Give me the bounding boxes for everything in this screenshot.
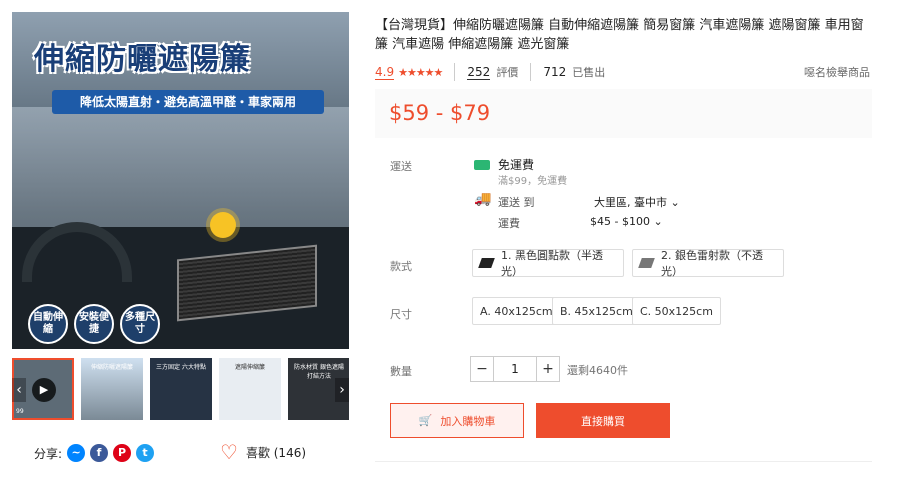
like-count: 喜歡 (146) — [245, 445, 307, 460]
feature-badge: 自動伸縮 — [28, 304, 68, 344]
reviews-label: 評價 — [496, 66, 519, 79]
add-to-cart-button[interactable]: 🛒 加入購物車 — [390, 403, 524, 438]
quantity-label: 數量 — [390, 365, 412, 378]
feature-badge: 多種尺寸 — [120, 304, 160, 344]
free-shipping-text: 免運費 — [498, 158, 535, 172]
free-shipping-icon — [474, 159, 490, 170]
size-option-c[interactable]: C. 50x125cm — [632, 297, 721, 325]
variant-option-label: 1. 黑色圓點款（半透光） — [500, 249, 603, 278]
divider — [454, 63, 456, 81]
thumbnail-image[interactable]: 遮陽伸縮簾 — [219, 358, 281, 420]
thumbnail-next-arrow-icon[interactable]: › — [335, 378, 349, 402]
report-link[interactable]: 噁名檢舉商品 — [804, 64, 870, 80]
messenger-icon[interactable]: ~ — [67, 444, 86, 462]
buy-now-button[interactable]: 直接購買 — [536, 403, 670, 438]
price-box: $59 - $79 — [375, 89, 872, 138]
add-to-cart-label: 加入購物車 — [440, 414, 496, 428]
size-option-label: A. 40x125cm — [480, 304, 553, 318]
thumbnail-caption: 伸縮防曬遮陽簾 — [90, 364, 133, 371]
shipping-fee-dropdown[interactable]: $45 - $100 ⌄ — [590, 215, 663, 228]
sold-label: 已售出 — [572, 66, 606, 79]
product-stats: 4.9 ★★★★★ 252 評價 712 已售出 噁名檢舉商品 — [375, 63, 870, 81]
section-divider — [375, 461, 872, 462]
product-page: 伸縮防曬遮陽簾 降低太陽直射・避免高溫甲醛・車家兩用 自動伸縮 安裝便捷 多種尺… — [0, 0, 900, 498]
size-option-b[interactable]: B. 45x125cm — [552, 297, 641, 325]
sold-count: 712 — [543, 65, 567, 79]
thumbnail-prev-arrow-icon[interactable]: ‹ — [12, 378, 26, 402]
product-title: 【台灣現貨】伸縮防曬遮陽簾 自動伸縮遮陽簾 簡易窗簾 汽車遮陽簾 遮陽窗簾 車用… — [375, 18, 864, 52]
variant-option-silver[interactable]: 2. 銀色雷射款（不透光） — [632, 249, 784, 278]
like-button[interactable]: ♡ 喜歡 (146) — [220, 442, 306, 462]
heart-icon[interactable]: ♡ — [220, 442, 238, 462]
variant-option-black[interactable]: 1. 黑色圓點款（半透光） — [472, 249, 624, 278]
shipping-fee-label: 運費 — [498, 217, 520, 230]
facebook-icon[interactable]: f — [90, 444, 109, 462]
feature-badges: 自動伸縮 安裝便捷 多種尺寸 — [28, 304, 160, 344]
variant-swatch — [478, 258, 495, 268]
truck-icon: 🚚 — [474, 191, 492, 207]
thumbnail-image[interactable]: 伸縮防曬遮陽簾 — [81, 358, 143, 420]
thumbnail-image[interactable]: 三方固定 六大特點 — [150, 358, 212, 420]
size-option-a[interactable]: A. 40x125cm — [472, 297, 561, 325]
free-shipping-condition: 滿$99，免運費 — [498, 176, 568, 187]
play-icon[interactable]: ▶ — [32, 378, 56, 402]
buy-now-label: 直接購買 — [581, 414, 625, 428]
stock-remaining: 還剩4640件 — [567, 364, 628, 377]
feature-badge: 安裝便捷 — [74, 304, 114, 344]
share-row: 分享: ~ f P t — [34, 444, 155, 462]
thumbnail-caption: 遮陽伸縮簾 — [234, 364, 265, 371]
size-label: 尺寸 — [390, 308, 412, 321]
rating-value[interactable]: 4.9 — [375, 65, 395, 80]
thumbnail-price: 99 — [16, 408, 24, 415]
rating-stars-icon: ★★★★★ — [398, 65, 443, 79]
variant-option-label: 2. 銀色雷射款（不透光） — [660, 249, 763, 278]
shipto-dropdown[interactable]: 大里區, 臺中市 ⌄ — [594, 194, 680, 210]
product-main-image[interactable]: 伸縮防曬遮陽簾 降低太陽直射・避免高溫甲醛・車家兩用 自動伸縮 安裝便捷 多種尺… — [12, 12, 349, 349]
size-option-label: B. 45x125cm — [560, 304, 633, 318]
cart-icon: 🛒 — [418, 414, 433, 427]
share-label: 分享: — [34, 446, 63, 461]
thumbnail-strip: ▶ 99 伸縮防曬遮陽簾 三方固定 六大特點 遮陽伸縮簾 防水材質 銀色遮陽 打… — [12, 358, 349, 420]
shipto-value: 大里區, 臺中市 — [594, 196, 667, 209]
variant-label: 款式 — [390, 260, 412, 273]
twitter-icon[interactable]: t — [136, 444, 155, 462]
free-shipping: 免運費 — [474, 156, 534, 173]
windshield-view — [12, 107, 349, 237]
shipping-fee-value: $45 - $100 — [590, 215, 650, 228]
price-range: $59 - $79 — [389, 101, 491, 125]
size-option-label: C. 50x125cm — [640, 304, 713, 318]
chevron-down-icon: ⌄ — [653, 215, 663, 228]
divider — [530, 63, 532, 81]
hero-banner: 降低太陽直射・避免高溫甲醛・車家兩用 — [52, 90, 324, 114]
hero-title: 伸縮防曬遮陽簾 — [34, 42, 251, 77]
thumbnail-caption: 三方固定 六大特點 — [156, 364, 206, 371]
quantity-increase-button[interactable]: + — [536, 356, 560, 382]
shipto-label: 運送 到 — [498, 196, 535, 209]
pinterest-icon[interactable]: P — [113, 444, 132, 462]
variant-swatch — [638, 258, 655, 268]
quantity-input[interactable]: 1 — [494, 356, 536, 382]
quantity-decrease-button[interactable]: − — [470, 356, 494, 382]
sun-icon — [210, 212, 236, 238]
shipping-label: 運送 — [390, 160, 412, 173]
chevron-down-icon: ⌄ — [670, 196, 680, 209]
reviews-count[interactable]: 252 — [467, 65, 491, 80]
quantity-stepper: − 1 + — [470, 356, 560, 382]
